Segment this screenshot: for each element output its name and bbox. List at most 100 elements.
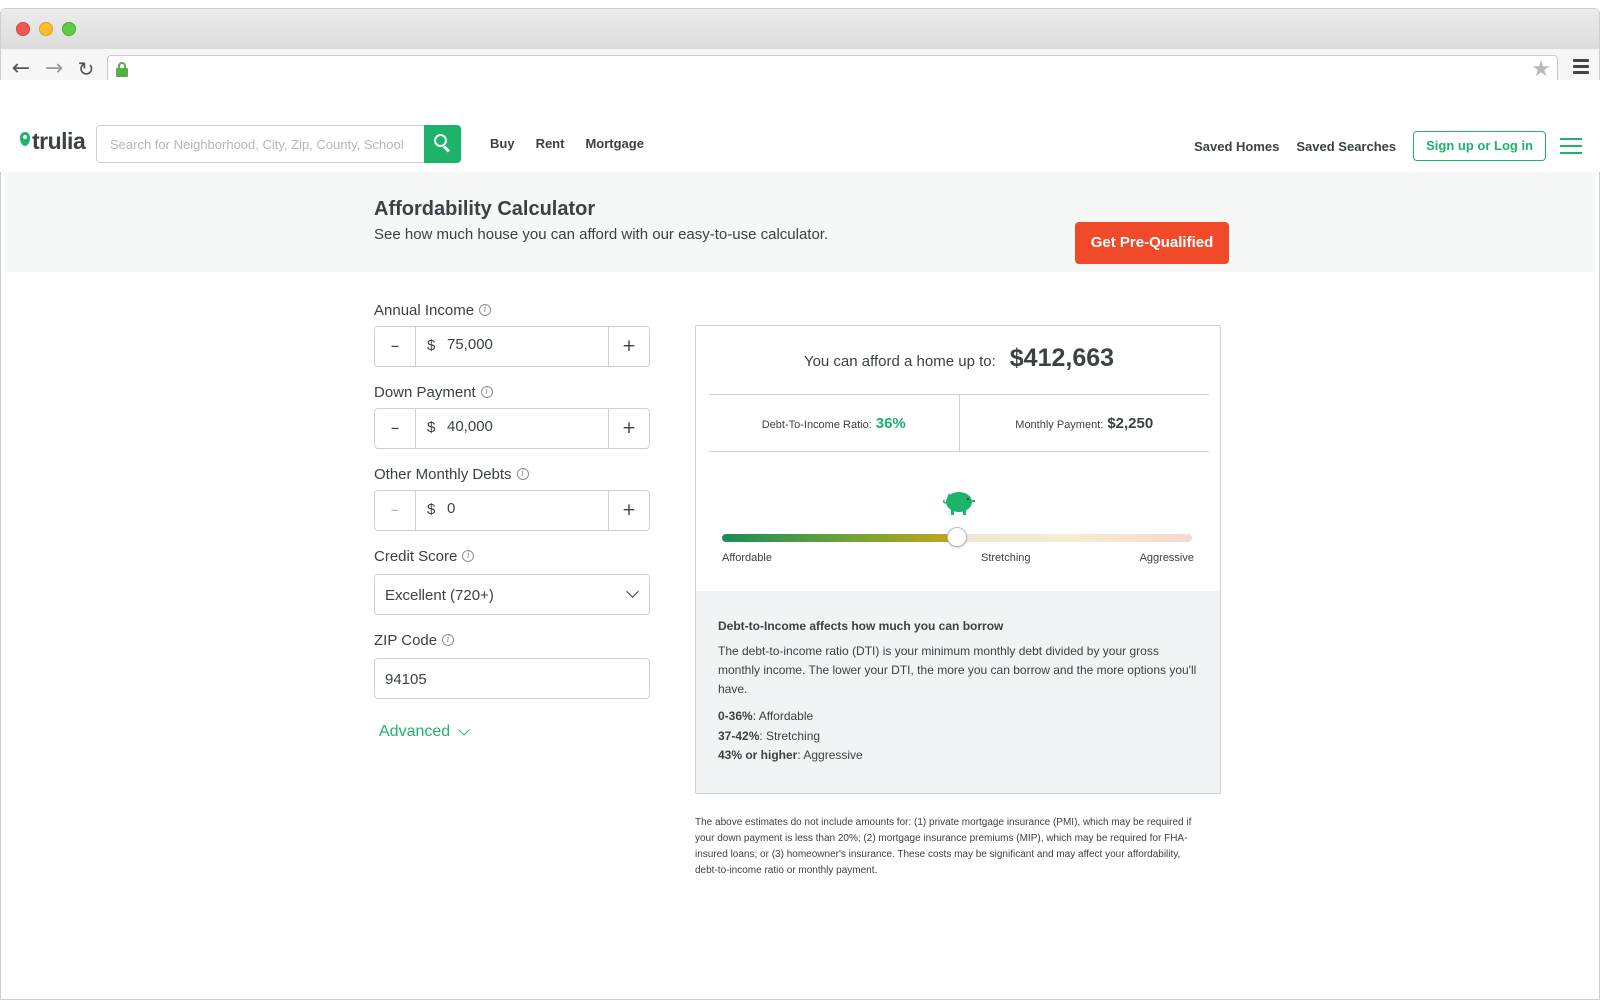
nav-buy[interactable]: Buy — [490, 136, 515, 151]
page-banner: Affordability Calculator See how much ho… — [4, 172, 1596, 272]
range-value: 43% or higher — [718, 748, 798, 762]
credit-score-value: Excellent (720+) — [385, 587, 494, 604]
dti-range-aggressive: 43% or higher: Aggressive — [718, 746, 1200, 766]
info-icon[interactable]: i — [462, 550, 475, 562]
other-debts-decrement-button[interactable]: – — [375, 491, 416, 530]
currency-symbol: $ — [427, 419, 436, 436]
zip-code-label-text: ZIP Code — [374, 631, 438, 649]
dti-info-panel: Debt-to-Income affects how much you can … — [696, 591, 1220, 793]
disclaimer-text: The above estimates do not include amoun… — [695, 817, 1192, 876]
logo-text: trulia — [32, 128, 86, 154]
advanced-toggle[interactable]: Advanced — [379, 723, 470, 741]
range-value: 37-42% — [718, 728, 760, 743]
down-payment-label: Down Payment i — [374, 382, 650, 402]
get-prequalified-button[interactable]: Get Pre-Qualified — [1075, 222, 1229, 264]
other-debts-label-text: Other Monthly Debts — [374, 465, 512, 483]
down-payment-stepper: – $ 40,000 + — [374, 408, 650, 449]
chevron-down-icon — [626, 585, 639, 598]
bookmark-star-icon[interactable]: ★ — [1531, 57, 1551, 82]
trulia-logo[interactable]: trulia — [20, 128, 86, 155]
dti-stat: Debt-To-Income Ratio: 36% — [709, 395, 959, 451]
afford-summary: You can afford a home up to: $412,663 — [696, 344, 1220, 373]
page-subtitle: See how much house you can afford with o… — [374, 226, 829, 243]
afford-label: You can afford a home up to: — [803, 353, 996, 370]
close-window-button[interactable] — [16, 22, 30, 36]
minimize-window-button[interactable] — [39, 22, 53, 36]
monthly-payment-label: Monthly Payment: — [1015, 419, 1104, 431]
slider-label-stretching: Stretching — [981, 552, 1031, 564]
range-label: : Affordable — [752, 709, 814, 723]
info-icon[interactable]: i — [480, 386, 493, 398]
advanced-label: Advanced — [379, 723, 451, 740]
lock-icon — [116, 62, 128, 77]
credit-score-select[interactable]: Excellent (720+) — [374, 574, 650, 615]
annual-income-decrement-button[interactable]: – — [375, 327, 416, 366]
page-title: Affordability Calculator — [374, 198, 596, 220]
chevron-down-icon — [458, 724, 470, 736]
zip-code-input[interactable]: 94105 — [374, 658, 650, 699]
search-input[interactable] — [96, 125, 424, 163]
credit-score-label: Credit Score i — [374, 546, 650, 566]
maximize-window-button[interactable] — [62, 22, 76, 36]
down-payment-decrement-button[interactable]: – — [375, 409, 416, 448]
info-icon[interactable]: i — [442, 634, 455, 646]
dti-label: Debt-To-Income Ratio: — [761, 419, 872, 431]
reload-icon[interactable]: ↻ — [74, 57, 98, 81]
browser-menu-icon[interactable] — [1573, 59, 1589, 75]
signup-login-button[interactable]: Sign up or Log in — [1413, 131, 1546, 161]
annual-income-increment-button[interactable]: + — [608, 327, 649, 366]
info-icon[interactable]: i — [516, 468, 529, 480]
range-value: 0-36% — [718, 709, 753, 723]
dti-info-body: The debt-to-income ratio (DTI) is your m… — [718, 644, 1197, 696]
affordability-slider-knob[interactable] — [947, 527, 967, 547]
address-bar[interactable]: ★ — [107, 55, 1558, 83]
annual-income-label: Annual Income i — [374, 300, 650, 320]
back-arrow-icon[interactable]: ← — [9, 57, 33, 81]
dti-info-title: Debt-to-Income affects how much you can … — [718, 619, 1004, 633]
search-button[interactable] — [424, 125, 461, 163]
hamburger-menu-icon[interactable] — [1560, 138, 1582, 154]
dti-range-stretching: 37-42%: Stretching — [718, 727, 1200, 747]
nav-rent[interactable]: Rent — [536, 136, 565, 151]
monthly-payment-stat: Monthly Payment: $2,250 — [958, 395, 1210, 451]
dti-range-affordable: 0-36%: Affordable — [718, 707, 1200, 727]
down-payment-increment-button[interactable]: + — [608, 409, 649, 448]
other-debts-label: Other Monthly Debts i — [374, 464, 650, 484]
annual-income-label-text: Annual Income — [374, 301, 475, 319]
saved-searches-link[interactable]: Saved Searches — [1296, 139, 1396, 154]
other-debts-increment-button[interactable]: + — [608, 491, 649, 530]
afford-value: $412,663 — [1009, 344, 1115, 372]
account-nav: Saved Homes Saved Searches Sign up or Lo… — [1194, 131, 1600, 161]
currency-symbol: $ — [427, 501, 436, 518]
slider-label-affordable: Affordable — [722, 552, 772, 564]
down-payment-label-text: Down Payment — [374, 383, 476, 401]
annual-income-stepper: – $ 75,000 + — [374, 326, 650, 367]
zip-code-label: ZIP Code i — [374, 630, 650, 650]
forward-arrow-icon[interactable]: → — [42, 57, 66, 81]
stats-row: Debt-To-Income Ratio: 36% Monthly Paymen… — [709, 394, 1209, 452]
slider-label-aggressive: Aggressive — [1139, 552, 1194, 564]
browser-titlebar — [1, 9, 1599, 49]
calculator-form: Annual Income i – $ 75,000 + Down Paymen… — [374, 300, 650, 740]
zip-code-value: 94105 — [385, 671, 427, 688]
search-bar — [96, 125, 461, 163]
info-icon[interactable]: i — [479, 304, 492, 316]
logo-pin-icon — [20, 131, 30, 146]
monthly-payment-value: $2,250 — [1107, 415, 1154, 432]
nav-mortgage[interactable]: Mortgage — [585, 136, 644, 151]
currency-symbol: $ — [427, 337, 436, 354]
results-card: You can afford a home up to: $412,663 De… — [695, 325, 1221, 794]
down-payment-input[interactable]: 40,000 — [447, 418, 493, 435]
search-icon — [434, 134, 452, 153]
other-debts-stepper: – $ 0 + — [374, 490, 650, 531]
main-nav: Buy Rent Mortgage — [490, 136, 665, 151]
other-debts-input[interactable]: 0 — [447, 500, 455, 517]
saved-homes-link[interactable]: Saved Homes — [1194, 139, 1279, 154]
annual-income-input[interactable]: 75,000 — [447, 336, 493, 353]
piggy-bank-icon — [943, 492, 975, 515]
credit-score-label-text: Credit Score — [374, 547, 458, 565]
range-label: : Stretching — [759, 728, 821, 743]
site-header: trulia Buy Rent Mortgage Saved Homes Sav… — [0, 80, 1600, 172]
range-label: : Aggressive — [797, 748, 863, 762]
dti-value: 36% — [875, 415, 906, 432]
